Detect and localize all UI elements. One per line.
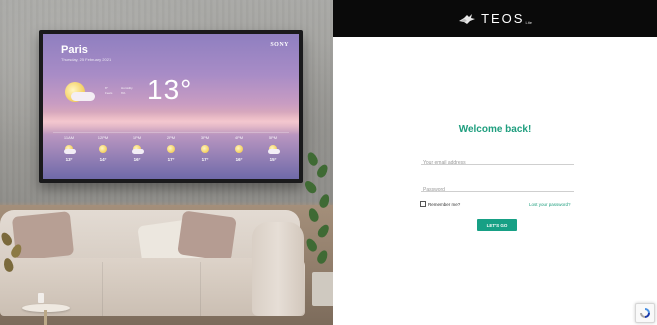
sofa-seam bbox=[102, 262, 103, 316]
sofa-seam bbox=[200, 262, 201, 316]
hour-item: 1PM 16° bbox=[123, 135, 151, 162]
hour-time: 12PM bbox=[97, 135, 109, 140]
hour-time: 1PM bbox=[132, 135, 142, 140]
pillow bbox=[177, 210, 237, 262]
password-input[interactable] bbox=[421, 183, 574, 197]
recaptcha-badge[interactable] bbox=[635, 303, 655, 323]
glass bbox=[38, 293, 44, 303]
plant-right bbox=[302, 150, 333, 290]
hand-logo-icon bbox=[458, 12, 476, 26]
tv-divider bbox=[53, 132, 289, 133]
hour-temp: 16° bbox=[235, 157, 243, 162]
hour-item: 2PM 17° bbox=[157, 135, 185, 162]
hour-item: 12PM 14° bbox=[89, 135, 117, 162]
logo-subtext: Lite bbox=[525, 19, 532, 25]
hour-temp: 17° bbox=[201, 157, 209, 162]
hour-time: 4PM bbox=[234, 135, 244, 140]
remember-me-label: Remember me? bbox=[428, 201, 461, 207]
tv-city-name: Paris bbox=[61, 44, 88, 56]
top-bar: TEOS Lite bbox=[333, 0, 657, 37]
hour-temp: 16° bbox=[133, 157, 141, 162]
hour-time: 5PM bbox=[268, 135, 278, 140]
partly-cloudy-icon bbox=[64, 144, 76, 154]
teos-logo[interactable]: TEOS Lite bbox=[458, 10, 532, 26]
plant-pot bbox=[312, 272, 333, 306]
sun-icon bbox=[166, 144, 176, 154]
tv-screen: Paris Thursday, 25 February 2021 SONY 8°… bbox=[43, 34, 299, 179]
hero-photo: Paris Thursday, 25 February 2021 SONY 8°… bbox=[0, 0, 333, 325]
hour-item: 11AM 13° bbox=[55, 135, 83, 162]
email-input[interactable] bbox=[421, 156, 574, 170]
recaptcha-icon bbox=[640, 308, 650, 318]
password-field bbox=[421, 178, 574, 197]
logo-text: TEOS bbox=[481, 10, 525, 26]
hour-item: 3PM 17° bbox=[191, 135, 219, 162]
lost-password-link[interactable]: Lost your password? bbox=[529, 202, 571, 207]
hour-item: 4PM 16° bbox=[225, 135, 253, 162]
sun-icon bbox=[98, 144, 108, 154]
login-panel: TEOS Lite Welcome back! Remember me? Los… bbox=[333, 0, 657, 325]
sofa-arm bbox=[252, 222, 304, 316]
login-submit-button[interactable]: LET'S GO bbox=[477, 219, 517, 231]
plant-left bbox=[0, 228, 28, 288]
hour-time: 3PM bbox=[200, 135, 210, 140]
sun-icon bbox=[200, 144, 210, 154]
hour-item: 5PM 15° bbox=[259, 135, 287, 162]
tv-detail: Humidity bbox=[121, 86, 133, 90]
side-table-leg bbox=[44, 310, 47, 325]
tv-detail: 6% bbox=[121, 91, 126, 95]
sun-icon bbox=[234, 144, 244, 154]
tv-date: Thursday, 25 February 2021 bbox=[61, 57, 112, 62]
remember-me[interactable]: Remember me? bbox=[420, 201, 460, 207]
login-title: Welcome back! bbox=[458, 124, 532, 135]
hour-time: 2PM bbox=[166, 135, 176, 140]
tv-detail: Feels bbox=[105, 91, 113, 95]
partly-cloudy-icon bbox=[268, 144, 280, 154]
hour-time: 11AM bbox=[63, 135, 75, 140]
email-field bbox=[421, 151, 574, 170]
hour-temp: 17° bbox=[167, 157, 175, 162]
tv-detail: 8° bbox=[105, 86, 108, 90]
hourly-forecast: 11AM 13° 12PM 14° 1PM 16° 2PM 17° 3PM 17… bbox=[55, 135, 287, 162]
partly-cloudy-icon bbox=[132, 144, 144, 154]
hour-temp: 13° bbox=[65, 157, 73, 162]
tv-current-temp: 13° bbox=[147, 74, 193, 105]
hour-temp: 15° bbox=[269, 157, 277, 162]
tv-brand-logo: SONY bbox=[270, 42, 289, 48]
tv-cloud-haze bbox=[43, 112, 299, 134]
hour-temp: 14° bbox=[99, 157, 107, 162]
cloud-icon bbox=[71, 92, 95, 101]
tv-frame: Paris Thursday, 25 February 2021 SONY 8°… bbox=[39, 30, 303, 183]
remember-me-checkbox[interactable] bbox=[420, 201, 426, 207]
